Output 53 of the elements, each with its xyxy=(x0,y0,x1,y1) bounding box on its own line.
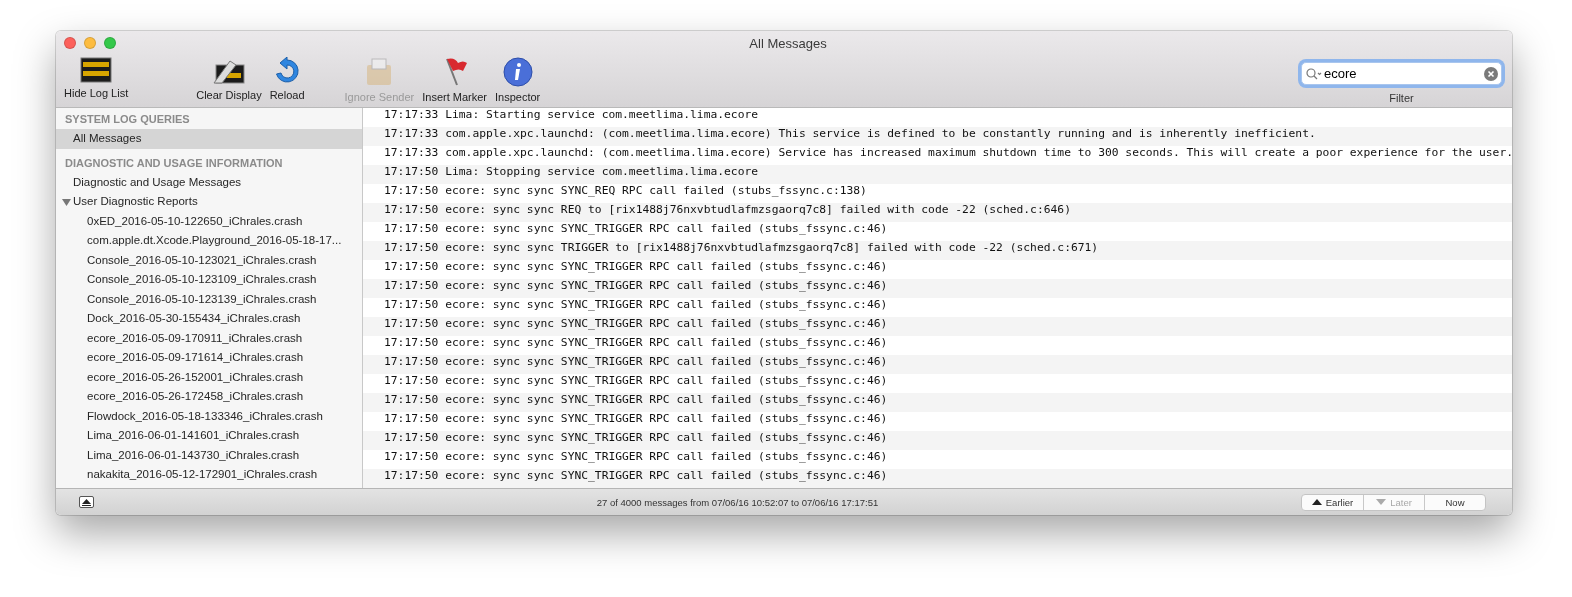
sidebar-item[interactable]: Console_2016-05-10-123139_iChrales.crash xyxy=(56,289,362,309)
search-input[interactable]: ecore xyxy=(1324,66,1482,81)
log-row: 17:17:50 ecore: sync sync SYNC_TRIGGER RPC call failed (stubs_fssync.c:46) xyxy=(363,279,1512,298)
log-row: 17:17:50 ecore: sync sync SYNC_TRIGGER RPC call failed (stubs_fssync.c:46) xyxy=(363,393,1512,412)
sidebar-item[interactable]: ecore_2016-05-26-172458_iChrales.crash xyxy=(56,387,362,407)
sidebar-item[interactable]: Flowdock_2016-05-18-133346_iChrales.crash xyxy=(56,406,362,426)
sidebar-item[interactable]: Console_2016-05-10-123109_iChrales.crash xyxy=(56,270,362,290)
window-title: All Messages xyxy=(749,35,827,51)
log-row: 17:17:50 ecore: sync sync SYNC_TRIGGER RPC call failed (stubs_fssync.c:46) xyxy=(363,355,1512,374)
search-icon xyxy=(1306,67,1322,80)
toolbar-button[interactable]: Clear Display xyxy=(194,57,264,101)
info-icon xyxy=(502,57,533,87)
toolbar-button[interactable]: Hide Log List xyxy=(62,57,131,99)
log-row: 17:17:50 Lima: Stopping service com.meetlima.lima.ecore xyxy=(363,165,1512,184)
log-row: 17:17:50 ecore: sync sync SYNC_TRIGGER RPC call failed (stubs_fssync.c:46) xyxy=(363,431,1512,450)
up-triangle-icon xyxy=(1311,499,1322,505)
section-header: SYSTEM LOG QUERIES xyxy=(64,112,191,127)
search-field[interactable]: ecore xyxy=(1301,62,1502,85)
clear-icon[interactable] xyxy=(1484,66,1498,81)
sidebar-item[interactable]: Diagnostic and Usage Messages xyxy=(56,172,362,192)
sidebar-item[interactable]: Lima_2016-06-01-143730_iChrales.crash xyxy=(56,445,362,465)
sidebar-item[interactable]: All Messages xyxy=(56,129,362,149)
toolbar-button[interactable]: Reload xyxy=(267,57,307,101)
sidebar-item[interactable]: ecore_2016-05-09-171614_iChrales.crash xyxy=(56,348,362,368)
log-row: 17:17:50 ecore: sync sync REQ to [rix1488j76nxvbtudlafmzsgaorq7c8] failed with code -22 (sched.c:646) xyxy=(363,203,1512,222)
sidebar-item[interactable]: ecore_2016-05-26-152001_iChrales.crash xyxy=(56,367,362,387)
log-row: 17:17:50 ecore: sync sync TRIGGER to [rix1488j76nxvbtudlafmzsgaorq7c8] failed with code -22 (sched.c:671) xyxy=(363,241,1512,260)
down-triangle-icon xyxy=(1376,499,1387,505)
led-display-icon xyxy=(80,57,113,83)
navigation-button[interactable]: Earlier xyxy=(1302,494,1363,510)
reload-icon xyxy=(273,57,302,85)
close-button[interactable] xyxy=(64,37,76,49)
sidebar-item[interactable]: User Diagnostic Reports xyxy=(56,192,362,212)
zoom-button[interactable] xyxy=(104,37,116,49)
toolbar-button[interactable]: Insert Marker xyxy=(420,57,489,103)
sidebar-item[interactable]: ecore_2016-05-09-170911_iChrales.crash xyxy=(56,328,362,348)
section-header: DIAGNOSTIC AND USAGE INFORMATION xyxy=(64,155,284,171)
navigation-button[interactable]: Now xyxy=(1424,494,1485,510)
eject-icon xyxy=(82,498,91,506)
sidebar-item[interactable]: Lima_2016-06-01-141601_iChrales.crash xyxy=(56,426,362,446)
sidebar-item[interactable]: Dock_2016-05-30-155434_iChrales.crash xyxy=(56,309,362,329)
log-row: 17:17:33 com.apple.xpc.launchd: (com.meetlima.lima.ecore) This service is defined to be constantly running and is inherently inefficient. xyxy=(363,127,1512,146)
filter-label: Filter xyxy=(1389,92,1414,104)
sidebar-item[interactable]: com.apple.dt.Xcode.Playground_2016-05-18-17... xyxy=(56,231,362,251)
status-text: 27 of 4000 messages from 07/06/16 10:52:07 to 07/06/16 17:17:51 xyxy=(595,496,880,508)
toolbar-button[interactable]: Inspector xyxy=(493,57,543,103)
expanded-triangle-icon[interactable] xyxy=(62,197,71,206)
log-row: 17:17:50 ecore: sync sync SYNC_TRIGGER RPC call failed (stubs_fssync.c:46) xyxy=(363,469,1512,488)
toggle-sidebar-button[interactable] xyxy=(79,496,94,508)
sidebar-item[interactable]: Console_2016-05-10-123021_iChrales.crash xyxy=(56,250,362,270)
sidebar-item[interactable]: nakakita_2016-05-12-172901_iChrales.crash xyxy=(56,465,362,485)
log-row: 17:17:50 ecore: sync sync SYNC_TRIGGER RPC call failed (stubs_fssync.c:46) xyxy=(363,317,1512,336)
sidebar-item[interactable]: 0xED_2016-05-10-122650_iChrales.crash xyxy=(56,211,362,231)
